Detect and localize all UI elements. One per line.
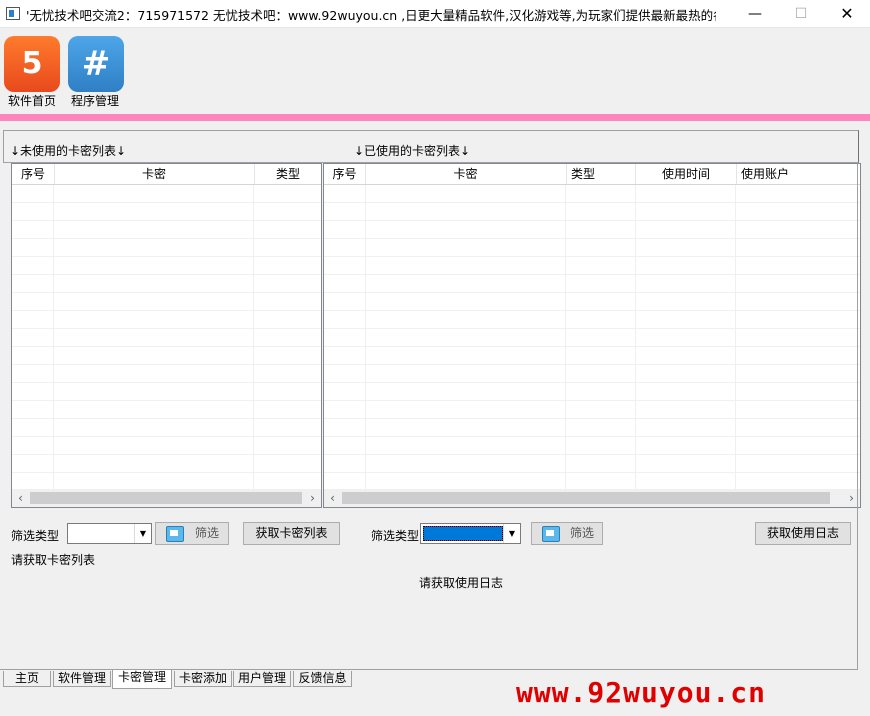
log-filter-type-label: 筛选类型 [371,529,420,543]
html5-icon[interactable]: 5 [4,36,60,92]
column-header-index[interactable]: 序号 [324,164,366,184]
horizontal-scrollbar[interactable]: ‹ › [324,489,860,507]
panel-border [857,163,858,669]
title-bar[interactable]: '无忧技术吧交流2：715971572 无忧技术吧：www.92wuyou.cn… [0,0,870,28]
app-window-icon [6,7,20,20]
watermark-text: www.92wuyou.cn [516,676,767,709]
list-grid [12,185,321,489]
column-header-use-time[interactable]: 使用时间 [636,164,737,184]
usage-log-status: 请获取使用日志 [419,576,504,590]
tab-home[interactable]: 主页 [3,671,51,687]
scroll-thumb[interactable] [342,492,830,504]
window-title: '无忧技术吧交流2：715971572 无忧技术吧：www.92wuyou.cn… [26,8,716,23]
hash-icon[interactable]: # [68,36,124,92]
card-list-status: 请获取卡密列表 [11,553,96,567]
html5-glyph: 5 [21,46,43,81]
filter-type-label: 筛选类型 [11,529,60,543]
used-card-list[interactable]: 序号 卡密 类型 使用时间 使用账户 ‹ › [323,163,861,508]
filter-button[interactable]: 筛选 [155,522,229,545]
log-filter-type-select[interactable]: ▼ [420,523,521,544]
tab-card-add[interactable]: 卡密添加 [174,671,232,687]
list-grid [324,185,860,489]
program-manage-label[interactable]: 程序管理 [71,92,119,109]
column-header-index[interactable]: 序号 [12,164,55,184]
column-header-card[interactable]: 卡密 [365,164,567,184]
selected-highlight [423,526,503,541]
grid-column-line [735,185,736,489]
column-header-type[interactable]: 类型 [566,164,636,184]
get-card-list-button[interactable]: 获取卡密列表 [243,522,340,545]
accent-bar [0,114,870,121]
grid-column-line [253,185,254,489]
tab-card-manage[interactable]: 卡密管理 [112,670,172,689]
tv-icon [166,526,184,542]
close-button[interactable]: ✕ [824,0,870,28]
column-header-use-account[interactable]: 使用账户 [736,164,860,184]
grid-column-line [635,185,636,489]
tab-user-manage[interactable]: 用户管理 [233,671,291,687]
grid-column-line [565,185,566,489]
chevron-down-icon[interactable]: ▼ [134,524,151,543]
horizontal-scrollbar[interactable]: ‹ › [12,489,321,507]
unused-card-list[interactable]: 序号 卡密 类型 ‹ › [11,163,322,508]
scroll-thumb[interactable] [30,492,302,504]
list-header: 序号 卡密 类型 [12,164,321,185]
grid-column-line [53,185,54,489]
hash-glyph: # [81,44,111,84]
log-filter-button[interactable]: 筛选 [531,522,603,545]
filter-type-select[interactable]: ▼ [67,523,152,544]
list-header: 序号 卡密 类型 使用时间 使用账户 [324,164,860,185]
chevron-down-icon[interactable]: ▼ [503,524,520,543]
used-list-heading: ↓已使用的卡密列表↓ [354,144,471,158]
minimize-button[interactable]: — [732,0,778,28]
get-usage-log-button[interactable]: 获取使用日志 [755,522,851,545]
scroll-left-icon[interactable]: ‹ [324,489,341,507]
column-header-card[interactable]: 卡密 [54,164,255,184]
grid-column-line [365,185,366,489]
tv-icon [542,526,560,542]
tab-software-manage[interactable]: 软件管理 [53,671,111,687]
tab-feedback[interactable]: 反馈信息 [293,671,352,687]
software-home-label[interactable]: 软件首页 [8,92,56,109]
scroll-right-icon[interactable]: › [304,489,321,507]
scroll-left-icon[interactable]: ‹ [12,489,29,507]
column-header-type[interactable]: 类型 [254,164,322,184]
maximize-button[interactable]: ☐ [778,0,824,28]
unused-list-heading: ↓未使用的卡密列表↓ [10,144,127,158]
